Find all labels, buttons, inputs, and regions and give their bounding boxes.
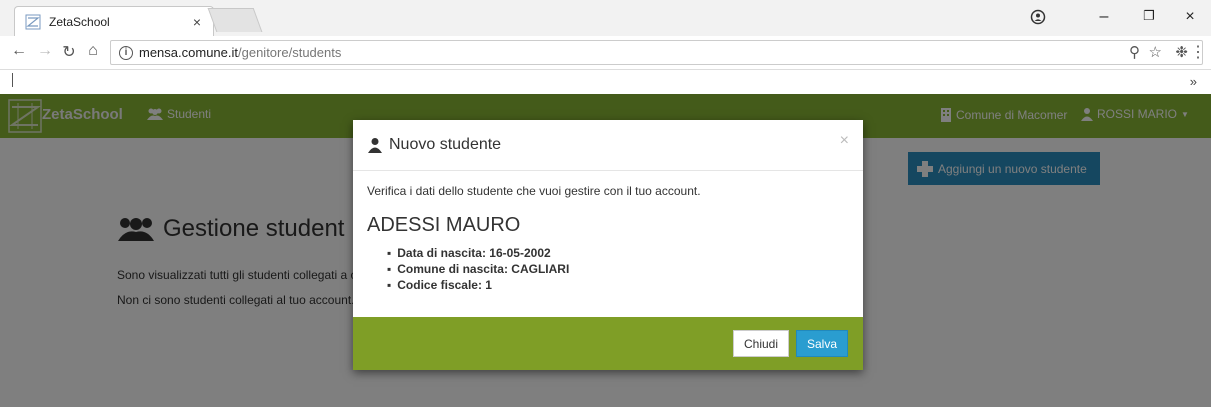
verify-text: Verifica i dati dello studente che vuoi …: [367, 184, 701, 198]
reload-icon[interactable]: ↻: [58, 42, 80, 62]
forward-icon[interactable]: →: [34, 42, 56, 60]
close-button[interactable]: Chiudi: [733, 330, 789, 357]
zoom-icon[interactable]: ⚲: [1129, 43, 1140, 61]
tab-close-icon[interactable]: ×: [187, 14, 207, 30]
url-path: /genitore/students: [238, 45, 342, 60]
save-button[interactable]: Salva: [796, 330, 848, 357]
user-icon: [368, 138, 382, 153]
modal-title: Nuovo studente: [389, 136, 502, 153]
modal-header: Nuovo studente ×: [353, 120, 863, 171]
bookmarks-separator: [12, 73, 13, 87]
zetaschool-favicon-icon: [25, 14, 41, 29]
student-name: ADESSI MAURO: [367, 214, 521, 236]
back-icon[interactable]: ←: [8, 42, 30, 60]
bookmarks-bar: »: [0, 70, 1211, 94]
home-icon[interactable]: ⌂: [82, 42, 104, 60]
bookmark-star-icon[interactable]: ☆: [1149, 43, 1162, 61]
detail-tax-code: Codice fiscale: 1: [387, 277, 847, 293]
address-bar-row: ← → ↻ ⌂ i mensa.comune.it /genitore/stud…: [0, 36, 1211, 70]
new-tab-button[interactable]: [207, 8, 263, 32]
modal-footer: Chiudi Salva: [353, 317, 863, 370]
restore-button[interactable]: ❐: [1137, 8, 1161, 24]
bookmarks-more-button[interactable]: »: [1190, 74, 1197, 89]
url-host: mensa.comune.it: [139, 45, 238, 60]
url-input[interactable]: i mensa.comune.it /genitore/students ⚲ ☆…: [110, 40, 1203, 65]
browser-tab[interactable]: ZetaSchool ×: [14, 6, 214, 36]
new-student-modal: Nuovo studente × Verifica i dati dello s…: [353, 120, 863, 370]
minimize-button[interactable]: –: [1092, 8, 1116, 26]
profile-icon[interactable]: [1030, 9, 1046, 25]
browser-menu-icon[interactable]: ⋮: [1187, 42, 1209, 62]
modal-body: Verifica i dati dello studente che vuoi …: [367, 184, 847, 293]
close-window-button[interactable]: ×: [1178, 8, 1202, 26]
modal-close-icon[interactable]: ×: [840, 132, 849, 150]
browser-tab-bar: ZetaSchool × – ❐ ×: [0, 0, 1211, 36]
detail-birth-date: Data di nascita: 16-05-2002: [387, 245, 847, 261]
tab-title: ZetaSchool: [49, 14, 110, 29]
student-details: Data di nascita: 16-05-2002 Comune di na…: [387, 245, 847, 293]
detail-birth-place: Comune di nascita: CAGLIARI: [387, 261, 847, 277]
site-info-icon[interactable]: i: [119, 45, 133, 60]
